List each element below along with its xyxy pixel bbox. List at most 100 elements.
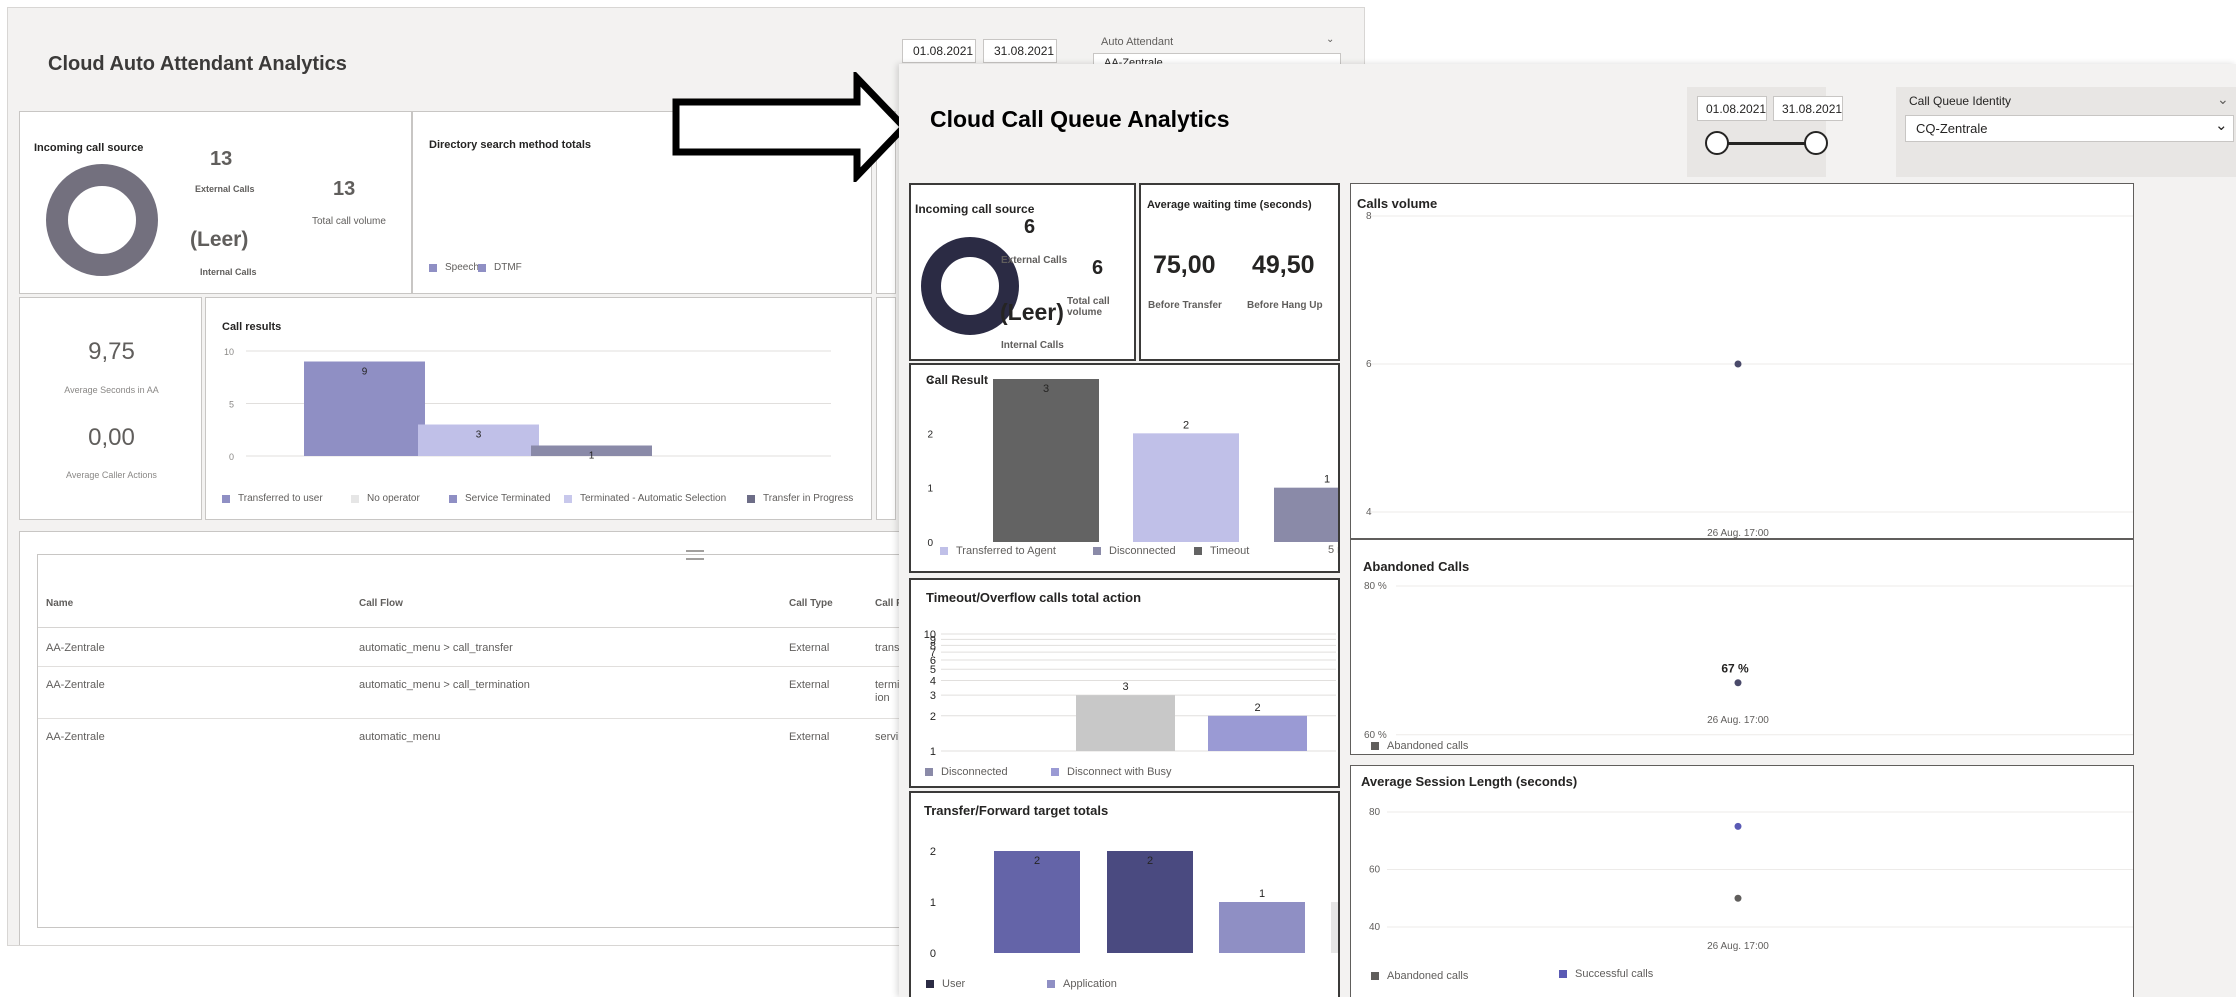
aa-row-0-type: External bbox=[789, 642, 830, 654]
aa-results-legend-3: Terminated - Automatic Selection bbox=[564, 493, 726, 504]
data-label: 2 bbox=[1147, 855, 1153, 867]
cq-date-slider-track[interactable] bbox=[1717, 142, 1815, 145]
cq-timeout-chart: 1234567891032 bbox=[924, 629, 1336, 758]
cq-waiting-card: Average waiting time (seconds) 75,00 Bef… bbox=[1139, 183, 1340, 361]
cq-result-legend-0: Transferred to Agent bbox=[940, 545, 1056, 557]
aa-table-drag-handle[interactable] bbox=[686, 550, 704, 560]
y-tick-label: 1 bbox=[930, 897, 936, 909]
cq-filter-dropdown[interactable]: CQ-Zentrale bbox=[1905, 115, 2234, 142]
aa-row-0-result: trans bbox=[875, 642, 900, 654]
aa-averages-card: 9,75 Average Seconds in AA 0,00 Average … bbox=[19, 297, 202, 520]
arrow-icon bbox=[672, 72, 909, 182]
cq-volume-card: Calls volume 4 6 8 26 Aug. 17:00 bbox=[1350, 183, 2134, 539]
aa-internal-value: (Leer) bbox=[190, 228, 249, 251]
aa-avg-seconds-label: Average Seconds in AA bbox=[64, 385, 159, 395]
bar bbox=[1076, 695, 1175, 751]
aa-results-legend-2: Service Terminated bbox=[449, 493, 550, 504]
cq-timeout-legend-0: Disconnected bbox=[925, 766, 1008, 778]
cq-abandoned-legend-0: Abandoned calls bbox=[1371, 740, 1468, 752]
cq-filter-label: Call Queue Identity bbox=[1909, 94, 2012, 108]
y-tick-label: 2 bbox=[930, 846, 936, 858]
aa-row-1-flow: automatic_menu > call_termination bbox=[359, 679, 530, 691]
aa-page-title: Cloud Auto Attendant Analytics bbox=[48, 53, 347, 75]
data-label: 1 bbox=[589, 451, 595, 462]
cq-before-transfer-value: 75,00 bbox=[1153, 251, 1216, 279]
aa-avg-actions-value: 0,00 bbox=[88, 424, 135, 451]
data-label: 9 bbox=[362, 367, 368, 378]
cq-result-legend-1: Disconnected bbox=[1093, 545, 1176, 557]
aa-call-results-card: Call results 0 5 10 9 3 1 Transferred to user… bbox=[205, 297, 872, 520]
data-label: 3 bbox=[476, 430, 482, 441]
cq-date-to[interactable]: 31.08.2021 bbox=[1773, 96, 1843, 121]
aa-incoming-card: Incoming call source 13 External Calls 1… bbox=[19, 111, 412, 294]
cq-total-label: Total call volume bbox=[1067, 296, 1110, 318]
y-tick-label: 4 bbox=[1366, 507, 1372, 518]
cq-page-title: Cloud Call Queue Analytics bbox=[930, 106, 1230, 132]
cq-incoming-card: Incoming call source 6 External Calls 6 … bbox=[909, 183, 1136, 361]
aa-row-1-result: termi ion bbox=[875, 679, 900, 704]
aa-internal-label: Internal Calls bbox=[200, 267, 257, 277]
data-label: 3 bbox=[1043, 383, 1049, 395]
aa-col-name[interactable]: Name bbox=[46, 598, 73, 609]
y-tick-label: 0 bbox=[229, 452, 234, 462]
aa-date-from[interactable]: 01.08.2021 bbox=[902, 39, 976, 63]
y-tick-label: 10 bbox=[924, 629, 936, 641]
cq-filter-chevron-up-icon[interactable]: ⌄ bbox=[2217, 91, 2229, 108]
aa-filter-chevron-icon[interactable]: ⌄ bbox=[1326, 34, 1334, 45]
aa-row-2-type: External bbox=[789, 731, 830, 743]
aa-row-1-name: AA-Zentrale bbox=[46, 679, 105, 691]
aa-results-legend-1: No operator bbox=[351, 493, 420, 504]
aa-date-to[interactable]: 31.08.2021 bbox=[983, 39, 1057, 63]
cq-before-hangup-value: 49,50 bbox=[1252, 251, 1315, 279]
aa-directory-legend-speech: Speech bbox=[429, 262, 479, 273]
cq-transfer-legend-1: Application bbox=[1047, 978, 1117, 990]
cq-session-card: Average Session Length (seconds) 40 60 80 2… bbox=[1350, 765, 2134, 997]
aa-row-1-type: External bbox=[789, 679, 830, 691]
aa-right-card-mid bbox=[876, 297, 896, 520]
cq-timeout-legend-1: Disconnect with Busy bbox=[1051, 766, 1172, 778]
y-tick-label: 80 % bbox=[1364, 581, 1387, 592]
cq-date-from[interactable]: 01.08.2021 bbox=[1697, 96, 1767, 121]
aa-col-flow[interactable]: Call Flow bbox=[359, 598, 403, 609]
cq-before-transfer-label: Before Transfer bbox=[1148, 300, 1222, 311]
aa-results-legend-0: Transferred to user bbox=[222, 493, 323, 504]
cq-result-legend-more[interactable]: 5 more bbox=[1328, 544, 1338, 556]
data-label: 2 bbox=[1034, 855, 1040, 867]
aa-directory-title: Directory search method totals bbox=[429, 139, 591, 151]
aa-incoming-title: Incoming call source bbox=[34, 142, 144, 154]
cq-date-slider-handle-end[interactable] bbox=[1804, 131, 1828, 155]
data-point bbox=[1734, 894, 1742, 902]
aa-col-type[interactable]: Call Type bbox=[789, 598, 833, 609]
cq-total-value: 6 bbox=[1092, 257, 1104, 279]
cq-volume-chart: 4 6 8 26 Aug. 17:00 bbox=[1366, 211, 2133, 539]
data-point bbox=[1734, 822, 1742, 830]
aa-results-legend-4: Transfer in Progress bbox=[747, 493, 853, 504]
data-label: 1 bbox=[1324, 474, 1330, 486]
y-tick-label: 3 bbox=[930, 690, 936, 702]
data-label: 2 bbox=[1183, 419, 1189, 431]
data-label: 2 bbox=[1254, 702, 1260, 714]
bar bbox=[1219, 902, 1305, 953]
x-tick-label: 26 Aug. 17:00 bbox=[1707, 528, 1769, 539]
cq-filter-chevron-icon[interactable]: ⌄ bbox=[2215, 116, 2228, 134]
cq-timeout-card: Timeout/Overflow calls total action 1234… bbox=[909, 578, 1340, 788]
y-tick-label: 5 bbox=[229, 400, 234, 410]
data-point bbox=[1734, 360, 1742, 368]
data-label: 3 bbox=[1122, 681, 1128, 693]
data-label: 1 bbox=[1259, 888, 1265, 900]
cq-session-chart: 40 60 80 26 Aug. 17:00 bbox=[1369, 807, 2133, 952]
data-label: 67 % bbox=[1721, 662, 1749, 676]
cq-waiting-title: Average waiting time (seconds) bbox=[1147, 199, 1312, 211]
cq-date-slider-handle-start[interactable] bbox=[1705, 131, 1729, 155]
cq-internal-label: Internal Calls bbox=[1001, 340, 1064, 351]
y-tick-label: 0 bbox=[927, 538, 933, 549]
data-point bbox=[1734, 679, 1742, 687]
y-tick-label: 4 bbox=[930, 676, 936, 688]
aa-avg-seconds-value: 9,75 bbox=[88, 338, 135, 365]
aa-filter-label: Auto Attendant bbox=[1101, 36, 1174, 48]
cq-transfer-legend-0: User bbox=[926, 978, 965, 990]
cq-transfer-chart: 0122211 bbox=[930, 846, 1338, 960]
aa-total-value: 13 bbox=[333, 178, 356, 200]
aa-external-value: 13 bbox=[210, 148, 233, 170]
cq-call-result-card: 0123321 Call Result Transferred to Agent… bbox=[909, 363, 1340, 573]
